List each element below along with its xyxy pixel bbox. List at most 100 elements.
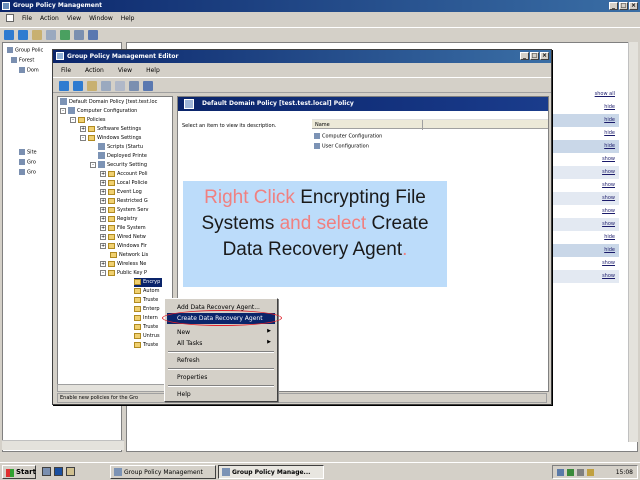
tree-item-system-services[interactable]: + System Serv bbox=[100, 206, 149, 215]
expand-toggle[interactable]: + bbox=[100, 170, 106, 177]
menu-file[interactable]: File bbox=[22, 15, 32, 26]
tree-item-wireless-network[interactable]: + Wireless Ne bbox=[100, 260, 146, 269]
tree-item-windows-settings[interactable]: - Windows Settings bbox=[80, 134, 141, 143]
list-item-user-configuration[interactable]: User Configuration bbox=[314, 143, 369, 150]
collapse-toggle[interactable]: - bbox=[60, 107, 66, 114]
network-icon[interactable] bbox=[567, 469, 574, 476]
expand-toggle[interactable]: + bbox=[100, 233, 106, 240]
column-header-name[interactable]: Name bbox=[312, 119, 548, 130]
tree-item-automatic-cert-request[interactable]: Autom bbox=[134, 287, 159, 296]
forward-arrow-icon[interactable] bbox=[73, 81, 83, 91]
report-row[interactable]: hide bbox=[552, 231, 619, 244]
tree-item-software-settings[interactable]: + Software Settings bbox=[80, 125, 141, 134]
outer-tree-item[interactable]: Forest bbox=[11, 57, 34, 64]
tree-item-public-key-policies[interactable]: - Public Key P bbox=[100, 269, 147, 278]
report-row[interactable]: show bbox=[552, 179, 619, 192]
outer-tree-item[interactable]: Dom bbox=[19, 67, 39, 74]
help-icon[interactable] bbox=[88, 30, 98, 40]
menu-window[interactable]: Window bbox=[89, 15, 113, 26]
editor-tree-hscrollbar[interactable] bbox=[57, 384, 173, 392]
editor-menu-view[interactable]: View bbox=[118, 67, 132, 76]
tray-app-icon[interactable] bbox=[557, 469, 564, 476]
menu-action[interactable]: Action bbox=[40, 15, 59, 26]
powershell-icon[interactable] bbox=[54, 467, 63, 476]
start-button[interactable]: Start bbox=[2, 465, 36, 479]
report-row[interactable]: hide bbox=[552, 244, 619, 257]
report-row[interactable]: hide bbox=[552, 114, 619, 127]
help-icon[interactable] bbox=[143, 81, 153, 91]
outer-tree-item[interactable]: Gro bbox=[19, 169, 36, 176]
list-item-computer-configuration[interactable]: Computer Configuration bbox=[314, 133, 382, 140]
close-button[interactable]: × bbox=[629, 2, 638, 10]
forward-arrow-icon[interactable] bbox=[18, 30, 28, 40]
report-row[interactable]: hide bbox=[552, 140, 619, 153]
collapse-toggle[interactable]: - bbox=[80, 134, 86, 141]
taskbar-item-gpmc[interactable]: Group Policy Management bbox=[110, 465, 216, 479]
tree-item-security-settings[interactable]: - Security Setting bbox=[90, 161, 147, 170]
server-manager-icon[interactable] bbox=[42, 467, 51, 476]
report-row[interactable]: show bbox=[552, 153, 619, 166]
tree-item-trusted-people[interactable]: Truste bbox=[134, 341, 158, 350]
maximize-button[interactable]: □ bbox=[619, 2, 628, 10]
expand-toggle[interactable]: + bbox=[100, 197, 106, 204]
tree-item-account-policies[interactable]: + Account Poli bbox=[100, 170, 147, 179]
properties-icon[interactable] bbox=[129, 81, 139, 91]
report-row[interactable]: show bbox=[552, 270, 619, 283]
menu-item-new[interactable]: New ▶ bbox=[167, 327, 275, 338]
tree-item-enterprise-trust[interactable]: Enterp bbox=[134, 305, 160, 314]
report-row[interactable]: show all bbox=[552, 88, 619, 101]
export-list-icon[interactable] bbox=[115, 81, 125, 91]
editor-close-button[interactable]: × bbox=[540, 52, 549, 60]
outer-vscrollbar[interactable] bbox=[628, 42, 638, 442]
show-hide-tree-icon[interactable] bbox=[46, 30, 56, 40]
expand-toggle[interactable]: + bbox=[100, 188, 106, 195]
editor-menu-action[interactable]: Action bbox=[85, 67, 104, 76]
report-row[interactable]: hide bbox=[552, 127, 619, 140]
report-row[interactable]: show bbox=[552, 166, 619, 179]
expand-toggle[interactable]: + bbox=[100, 179, 106, 186]
menu-item-all-tasks[interactable]: All Tasks ▶ bbox=[167, 338, 275, 349]
tree-item-trusted-root[interactable]: Truste bbox=[134, 296, 158, 305]
tree-item-policies[interactable]: - Policies bbox=[70, 116, 106, 125]
report-row[interactable]: show bbox=[552, 257, 619, 270]
tree-item-untrusted-certs[interactable]: Untrus bbox=[134, 332, 160, 341]
outer-tree-item[interactable]: Group Polic bbox=[7, 47, 43, 54]
expand-toggle[interactable]: + bbox=[100, 260, 106, 267]
tree-item-event-log[interactable]: + Event Log bbox=[100, 188, 142, 197]
outer-tree-item[interactable]: Site bbox=[19, 149, 37, 156]
collapse-toggle[interactable]: - bbox=[100, 269, 106, 276]
tree-item-local-policies[interactable]: + Local Policie bbox=[100, 179, 147, 188]
tree-item-trusted-publishers[interactable]: Truste bbox=[134, 323, 158, 332]
report-row[interactable]: show bbox=[552, 218, 619, 231]
tree-item-scripts[interactable]: Scripts (Startu bbox=[98, 143, 143, 152]
tree-item-computer-configuration[interactable]: - Computer Configuration bbox=[60, 107, 137, 116]
menu-help[interactable]: Help bbox=[121, 15, 135, 26]
outer-tree-item[interactable]: Gro bbox=[19, 159, 36, 166]
notification-icon[interactable] bbox=[587, 469, 594, 476]
report-row[interactable]: show bbox=[552, 192, 619, 205]
column-separator[interactable] bbox=[422, 120, 423, 130]
tree-item-default-domain-policy[interactable]: Default Domain Policy [test.test.loc bbox=[60, 98, 157, 107]
properties-icon[interactable] bbox=[74, 30, 84, 40]
menu-item-help[interactable]: Help bbox=[167, 389, 275, 400]
expand-toggle[interactable]: + bbox=[80, 125, 86, 132]
menu-item-refresh[interactable]: Refresh bbox=[167, 355, 275, 366]
tree-item-encrypting-file-system[interactable]: Encryp bbox=[134, 278, 163, 287]
volume-icon[interactable] bbox=[577, 469, 584, 476]
taskbar-item-gpme[interactable]: Group Policy Manage... bbox=[218, 465, 324, 479]
tree-item-deployed-printers[interactable]: Deployed Printe bbox=[98, 152, 147, 161]
report-row[interactable]: show bbox=[552, 205, 619, 218]
editor-minimize-button[interactable]: _ bbox=[520, 52, 529, 60]
tree-item-wired-network[interactable]: + Wired Netw bbox=[100, 233, 146, 242]
expand-toggle[interactable]: + bbox=[100, 206, 106, 213]
show-hide-tree-icon[interactable] bbox=[101, 81, 111, 91]
outer-tree-hscrollbar[interactable] bbox=[2, 440, 124, 450]
tree-item-file-system[interactable]: + File System bbox=[100, 224, 146, 233]
minimize-button[interactable]: _ bbox=[609, 2, 618, 10]
report-row[interactable]: hide bbox=[552, 101, 619, 114]
explorer-icon[interactable] bbox=[66, 467, 75, 476]
back-arrow-icon[interactable] bbox=[4, 30, 14, 40]
tree-item-intermediate-ca[interactable]: Intern bbox=[134, 314, 158, 323]
refresh-icon[interactable] bbox=[60, 30, 70, 40]
tree-item-network-list[interactable]: Network Lis bbox=[110, 251, 148, 260]
